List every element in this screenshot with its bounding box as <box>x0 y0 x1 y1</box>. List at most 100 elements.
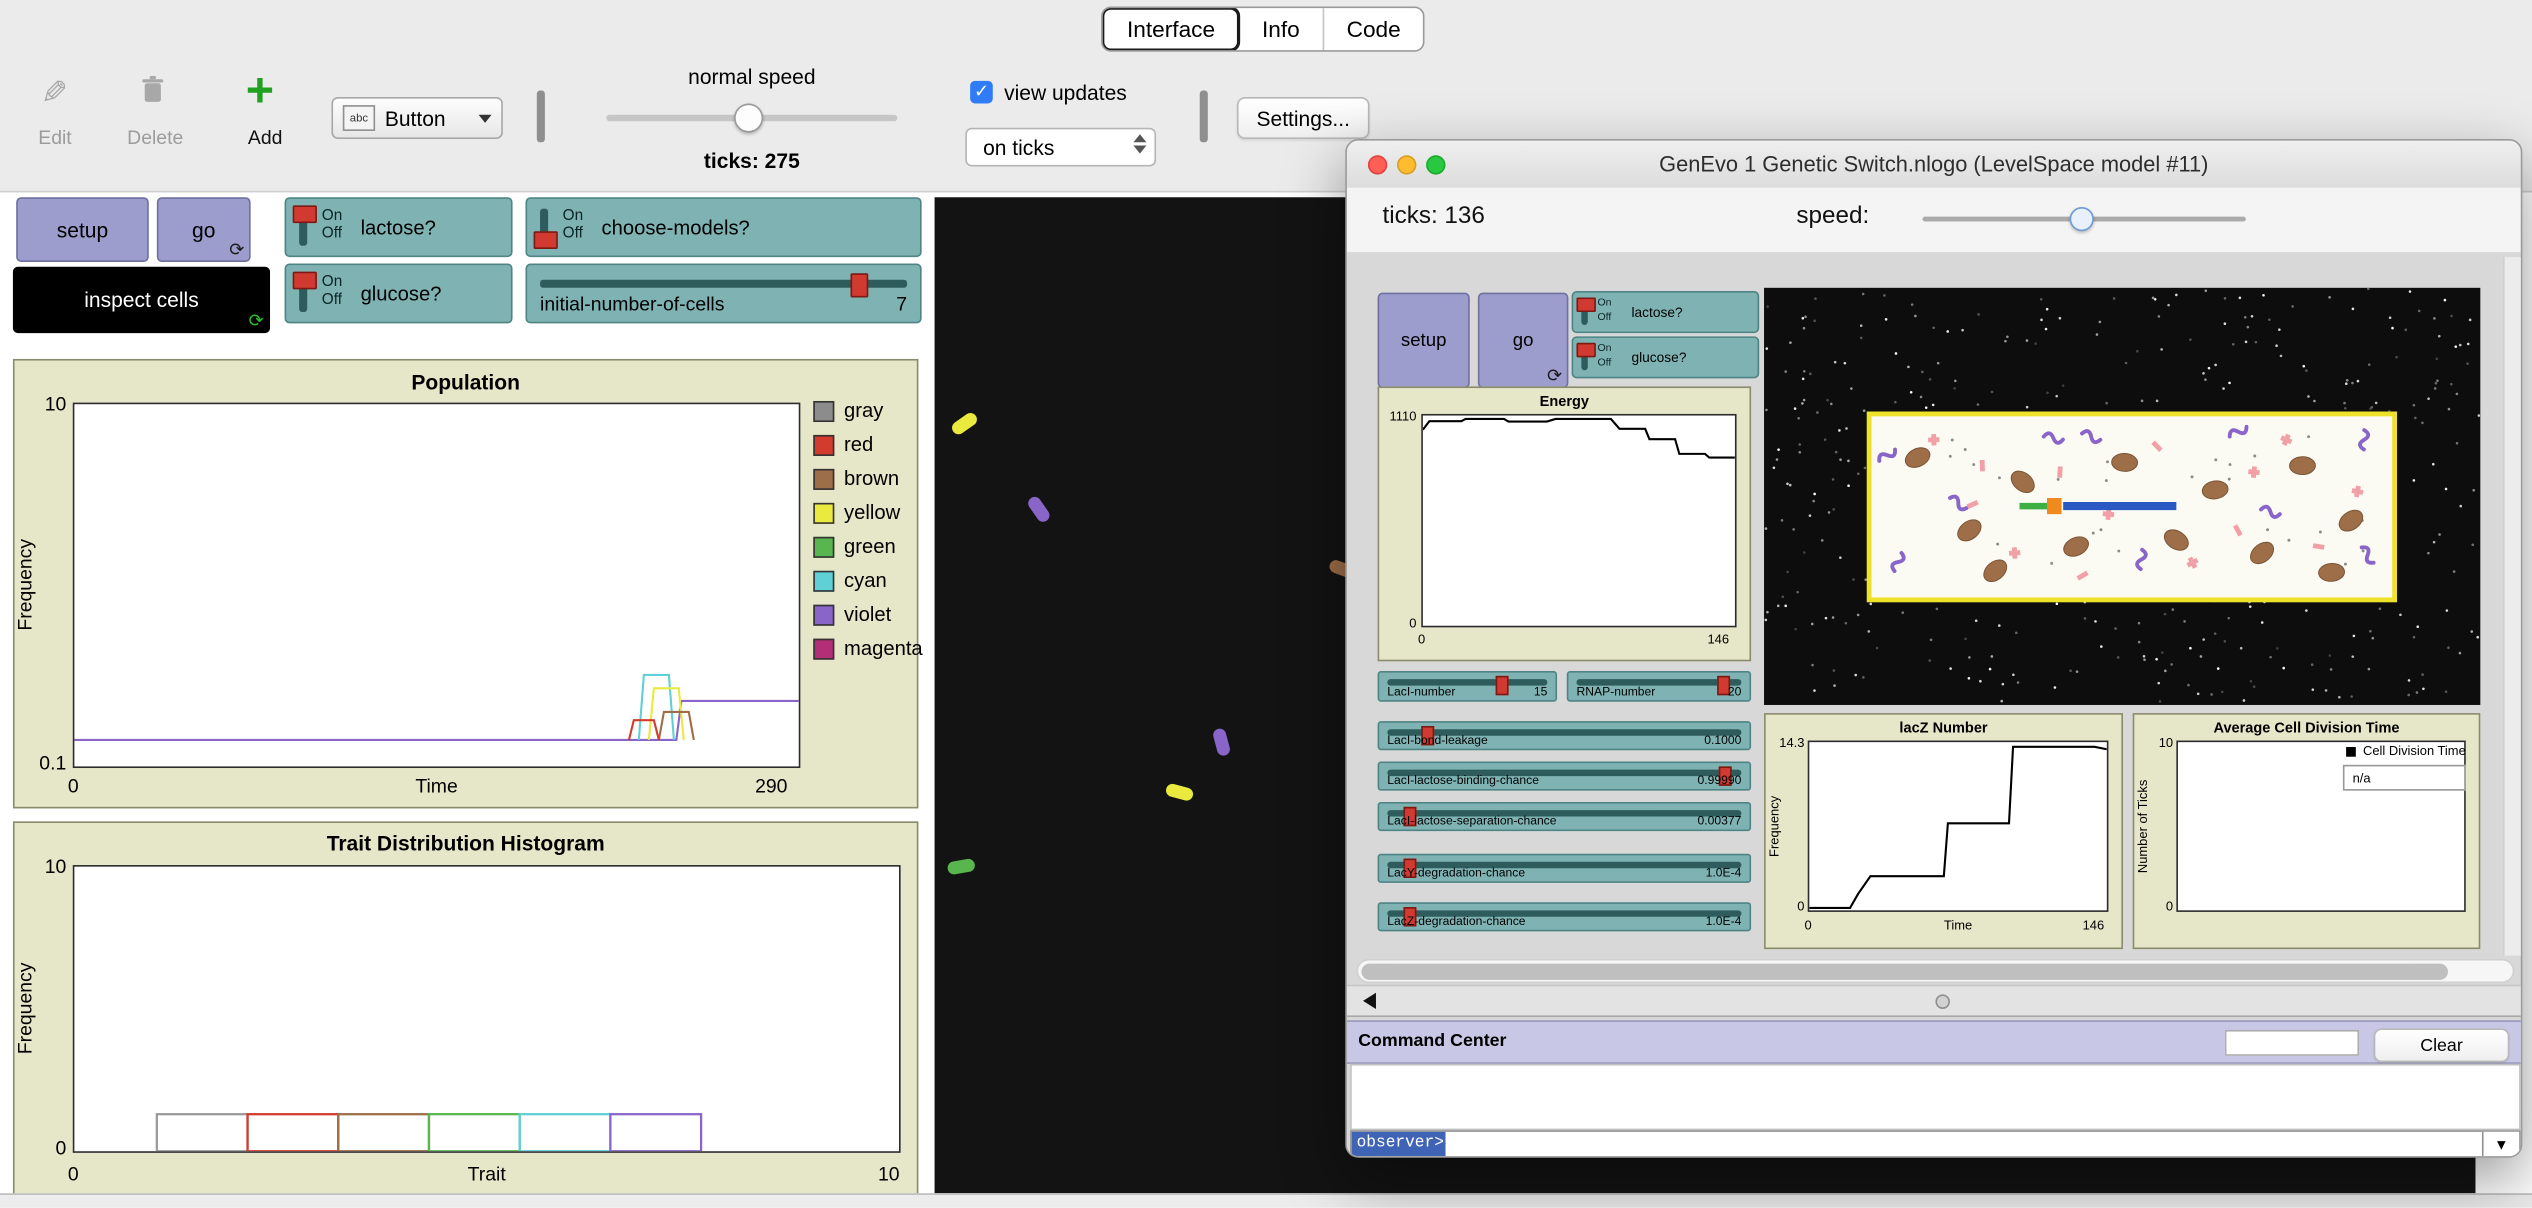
switch-label: choose-models? <box>601 215 750 239</box>
slider-LacI-bond-leakage[interactable]: LacI-bond-leakage 0.1000 <box>1377 721 1752 751</box>
child-window-title: GenEvo 1 Genetic Switch.nlogo (LevelSpac… <box>1659 151 2209 177</box>
delete-button-label[interactable]: Delete <box>116 126 194 149</box>
slider-RNAP-number[interactable]: RNAP-number 20 <box>1566 671 1752 702</box>
slider-LacI-number[interactable]: LacI-number 15 <box>1377 671 1558 702</box>
go-button-label: go <box>192 217 216 242</box>
horizontal-scrollbar[interactable] <box>1356 958 2515 984</box>
switch-label: lactose? <box>1631 303 1683 321</box>
switch-label: glucose? <box>360 282 442 305</box>
tab-info[interactable]: Info <box>1239 8 1324 51</box>
widget-chooser-value: Button <box>384 105 446 131</box>
monitor-value: n/a <box>2352 770 2371 786</box>
command-input-row[interactable]: observer> ▼ <box>1350 1130 2521 1157</box>
netlogo-main-window: Interface Info Code ✎ Edit Delete + Add … <box>0 0 2532 1208</box>
avg-cell-division-time-plot: Average Cell Division Time Number of Tic… <box>2132 713 2481 950</box>
lacz-number-plot: lacZ Number Frequency 14.3 0 0 146 Time <box>1764 713 2123 950</box>
legend-item-red: red <box>813 433 922 456</box>
tab-interface[interactable]: Interface <box>1102 8 1241 51</box>
clear-button[interactable]: Clear <box>2373 1028 2510 1063</box>
child-glucose-switch[interactable]: On Off glucose? <box>1571 336 1760 379</box>
plot-title: Average Cell Division Time <box>2213 719 2400 736</box>
collapse-arrow-icon[interactable] <box>1363 992 1376 1009</box>
organism-cell[interactable] <box>1211 727 1232 758</box>
toolbar-separator-2 <box>1199 90 1208 143</box>
choose-models-switch[interactable]: On Off choose-models? <box>525 197 922 258</box>
child-go-button[interactable]: go ⟳ <box>1477 292 1569 389</box>
y-axis-label: Number of Ticks <box>2135 779 2151 873</box>
legend-item-magenta: magenta <box>813 637 923 660</box>
speed-slider-thumb[interactable] <box>734 103 764 133</box>
slider-value: 0.99990 <box>1697 772 1742 788</box>
y-min-tick: 0 <box>1797 898 1805 914</box>
tab-code[interactable]: Code <box>1324 8 1423 50</box>
split-pane-divider[interactable] <box>1346 984 2521 1018</box>
child-speed-thumb[interactable] <box>2069 206 2094 232</box>
edit-icon[interactable]: ✎ <box>32 78 72 105</box>
series-energy <box>1422 417 1735 459</box>
inspect-cells-button[interactable]: inspect cells ⟳ <box>12 266 271 334</box>
organism-cell[interactable] <box>946 857 976 876</box>
child-lactose-switch[interactable]: On Off lactose? <box>1571 291 1760 334</box>
initial-number-of-cells-slider[interactable]: initial-number-of-cells 7 <box>525 263 922 324</box>
switch-handle[interactable] <box>292 271 317 290</box>
command-center-field[interactable] <box>2224 1029 2360 1056</box>
slider-value: 7 <box>896 292 908 316</box>
lactose-switch[interactable]: On Off lactose? <box>284 197 513 258</box>
divider-knob[interactable] <box>1935 993 1950 1009</box>
legend-swatch <box>2346 746 2357 756</box>
slider-LacI-lactose-separation-chance[interactable]: LacI-lactose-separation-chance 0.00377 <box>1377 801 1752 832</box>
slider-handle[interactable] <box>850 273 868 298</box>
scrollbar-thumb[interactable] <box>1361 962 2448 980</box>
legend-swatch <box>813 434 835 456</box>
command-center-output[interactable] <box>1350 1063 2521 1131</box>
slider-LacY-degradation-chance[interactable]: LacY-degradation-chance 1.0E-4 <box>1377 853 1752 883</box>
delete-icon[interactable] <box>139 74 166 113</box>
organism-cell[interactable] <box>949 410 980 437</box>
slider-label: LacZ-degradation-chance <box>1387 913 1526 929</box>
prompt-dropdown-button[interactable]: ▼ <box>2481 1131 2520 1157</box>
trash-glyph <box>142 75 164 102</box>
go-button[interactable]: go ⟳ <box>156 197 251 262</box>
switch-handle[interactable] <box>1576 342 1596 358</box>
legend-label: Cell Division Time <box>2362 743 2466 759</box>
edit-button-label[interactable]: Edit <box>19 126 90 149</box>
observer-prompt[interactable]: observer> <box>1351 1131 1446 1157</box>
y-max-tick: 10 <box>2158 735 2174 751</box>
plot-canvas-lacz <box>1809 745 2107 909</box>
plot-title: lacZ Number <box>1899 719 1988 736</box>
update-mode-select[interactable]: on ticks <box>965 127 1157 167</box>
vertical-scrollbar[interactable] <box>2502 257 2521 956</box>
child-world-view[interactable] <box>1764 287 2481 705</box>
legend-label: violet <box>844 603 892 626</box>
child-setup-button[interactable]: setup <box>1377 292 1470 389</box>
view-updates-checkbox[interactable]: ✓ <box>970 80 993 104</box>
slider-LacI-lactose-binding-chance[interactable]: LacI-lactose-binding-chance 0.99990 <box>1377 761 1752 791</box>
organism-cell[interactable] <box>1025 494 1053 525</box>
slider-value: 15 <box>1533 683 1548 699</box>
organism-cell[interactable] <box>1164 782 1195 803</box>
legend-swatch <box>813 569 835 591</box>
x-axis-label: Trait <box>467 1162 506 1186</box>
population-plot: Population Frequency 10 0.1 0 290 Time g… <box>12 358 923 809</box>
widget-chooser[interactable]: abc Button <box>331 97 503 140</box>
settings-button[interactable]: Settings... <box>1236 97 1370 140</box>
slider-LacZ-degradation-chance[interactable]: LacZ-degradation-chance 1.0E-4 <box>1377 902 1752 932</box>
legend-item-brown: brown <box>813 467 922 490</box>
add-icon[interactable]: + <box>246 65 274 120</box>
plot-canvas-area <box>72 865 901 1153</box>
slider-label: LacY-degradation-chance <box>1387 865 1526 880</box>
switch-handle[interactable] <box>1576 297 1596 313</box>
glucose-switch[interactable]: On Off glucose? <box>284 263 513 324</box>
legend-label: yellow <box>844 501 901 524</box>
setup-button[interactable]: setup <box>16 197 149 262</box>
plot-canvas-area <box>72 402 801 769</box>
legend-swatch <box>813 603 835 625</box>
add-button-label[interactable]: Add <box>226 126 304 149</box>
scale-wrapper: Interface Info Code ✎ Edit Delete + Add … <box>0 0 2532 1208</box>
slider-handle[interactable] <box>1496 675 1510 695</box>
switch-handle[interactable] <box>292 205 317 224</box>
switch-handle[interactable] <box>533 231 558 250</box>
switch-on-off-labels: On Off <box>562 206 584 243</box>
child-ticks-counter: ticks: 136 <box>1382 202 1485 230</box>
stepper-arrows-icon <box>1133 134 1147 154</box>
